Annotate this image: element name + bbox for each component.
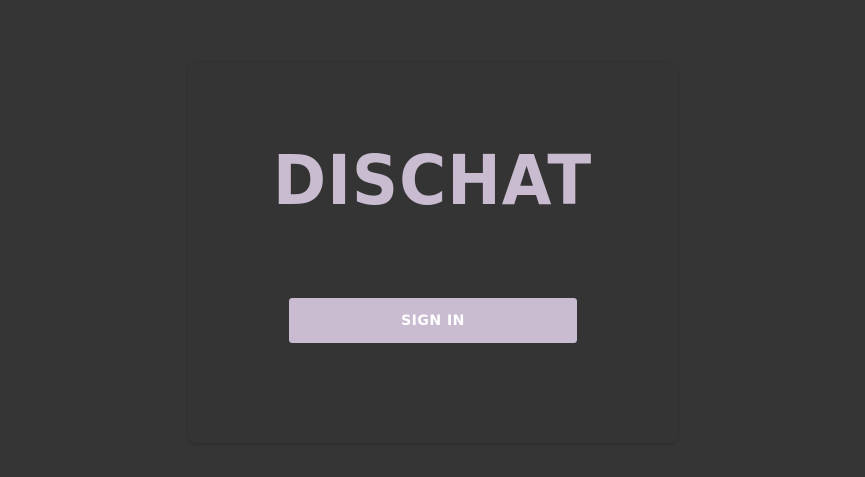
login-screen: DISCHAT SIGN IN [0, 0, 865, 477]
app-logo: DISCHAT [272, 141, 593, 221]
sign-in-button[interactable]: SIGN IN [289, 298, 577, 343]
login-card [188, 62, 678, 443]
